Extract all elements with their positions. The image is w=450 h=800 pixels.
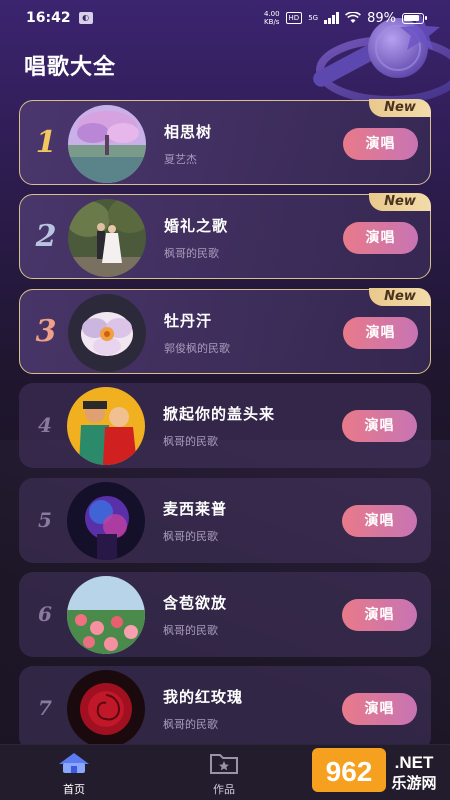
song-cover <box>67 576 145 654</box>
song-card-3[interactable]: 3 牡丹汗 郭俊枫的民歌 演唱 New <box>19 288 431 374</box>
song-title: 掀起你的盖头来 <box>163 405 276 423</box>
song-title: 我的红玫瑰 <box>163 688 244 706</box>
sing-button[interactable]: 演唱 <box>343 222 418 254</box>
sing-button[interactable]: 演唱 <box>343 317 418 349</box>
rank-number: 1 <box>35 125 57 160</box>
sing-button[interactable]: 演唱 <box>342 693 417 725</box>
network-speed: 4.00 KB/s <box>264 10 280 26</box>
rank-number: 7 <box>38 696 52 720</box>
rank-number: 2 <box>35 219 57 254</box>
song-title: 麦西莱普 <box>163 500 228 518</box>
song-card-4[interactable]: 4 掀起你的盖头来 枫哥的民歌 演唱 <box>19 383 431 468</box>
song-title: 相思树 <box>164 123 213 141</box>
sing-button[interactable]: 演唱 <box>342 410 417 442</box>
new-badge: New <box>369 288 431 306</box>
nav-home-label: 首页 <box>63 783 85 796</box>
song-card-6[interactable]: 6 含苞欲放 枫哥的民歌 演唱 <box>19 572 431 657</box>
watermark-site-name: 乐游网 <box>391 774 436 792</box>
watermark-domain: .NET <box>395 753 434 772</box>
song-artist: 枫哥的民歌 <box>163 530 218 543</box>
song-cover <box>67 482 145 560</box>
song-artist: 枫哥的民歌 <box>164 247 219 260</box>
status-indicators: 4.00 KB/s HD 5G 89% <box>264 10 427 26</box>
page-title: 唱歌大全 <box>24 55 117 80</box>
new-badge: New <box>369 99 431 117</box>
song-title: 婚礼之歌 <box>164 217 229 235</box>
site-watermark-logo: 962 .NET 乐游网 <box>312 748 444 792</box>
watermark-number: 962 <box>326 756 373 787</box>
nav-works[interactable]: 作品 <box>189 751 259 797</box>
sing-button[interactable]: 演唱 <box>342 599 417 631</box>
rank-number: 3 <box>35 314 57 349</box>
nav-home[interactable]: 首页 <box>39 751 109 797</box>
hd-icon: HD <box>285 12 303 24</box>
song-cover <box>67 670 145 748</box>
status-bar: 16:42 ◐ 4.00 KB/s HD 5G 89% <box>0 0 450 36</box>
song-title: 含苞欲放 <box>163 594 228 612</box>
signal-icon <box>324 12 340 24</box>
song-artist: 枫哥的民歌 <box>163 624 218 637</box>
song-cover <box>68 105 146 183</box>
rank-number: 5 <box>38 508 52 532</box>
song-cover <box>67 387 145 465</box>
wifi-icon <box>345 12 362 23</box>
song-artist: 枫哥的民歌 <box>163 718 218 731</box>
network-speed-unit: KB/s <box>264 18 280 26</box>
rank-number: 4 <box>38 413 52 437</box>
song-card-5[interactable]: 5 麦西莱普 枫哥的民歌 演唱 <box>19 478 431 563</box>
song-cover <box>68 199 146 277</box>
new-badge: New <box>369 193 431 211</box>
song-artist: 郭俊枫的民歌 <box>164 342 230 355</box>
song-card-2[interactable]: 2 婚礼之歌 枫哥的民歌 演唱 New <box>19 193 431 279</box>
song-title: 牡丹汗 <box>164 312 213 330</box>
battery-percent: 89% <box>367 10 396 26</box>
song-cover <box>68 294 146 372</box>
nav-works-label: 作品 <box>213 783 235 796</box>
song-artist: 枫哥的民歌 <box>163 435 218 448</box>
home-icon <box>59 753 89 773</box>
battery-icon <box>402 12 427 24</box>
status-time: 16:42 <box>26 10 71 26</box>
song-artist: 夏艺杰 <box>164 153 197 166</box>
sing-button[interactable]: 演唱 <box>343 128 418 160</box>
network-speed-value: 4.00 <box>263 10 280 18</box>
rank-number: 6 <box>38 602 52 626</box>
sing-button[interactable]: 演唱 <box>342 505 417 537</box>
folder-star-icon <box>210 754 238 774</box>
song-card-1[interactable]: 1 相思树 夏艺杰 演唱 New <box>19 99 431 185</box>
signal-type-label: 5G <box>308 14 319 22</box>
notification-icon: ◐ <box>78 12 93 24</box>
song-card-7[interactable]: 7 我的红玫瑰 枫哥的民歌 演唱 <box>19 666 431 751</box>
